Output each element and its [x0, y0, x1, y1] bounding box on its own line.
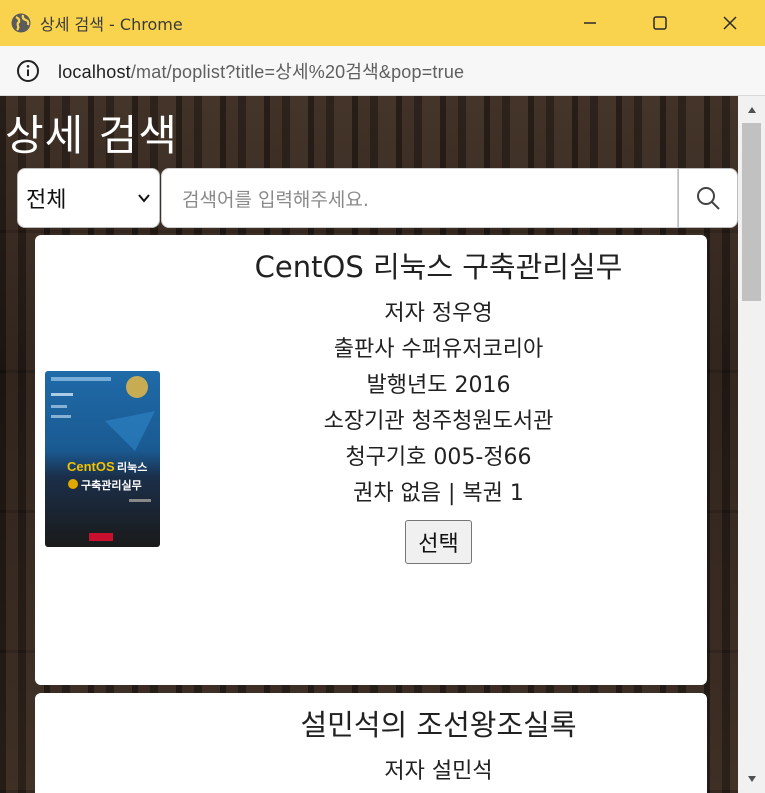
minimize-icon [584, 22, 596, 24]
result-card: 설민석의 조선왕조실록 저자 설민석 [35, 693, 707, 793]
book-title: CentOS 리눅스 구축관리실무 [254, 250, 623, 284]
search-input[interactable]: 검색어를 입력해주세요. [161, 168, 678, 228]
minimize-button[interactable] [555, 0, 625, 46]
book-year: 발행년도 2016 [366, 373, 511, 398]
scroll-up-arrow[interactable] [738, 100, 765, 120]
category-selected-value: 전체 [26, 188, 67, 213]
book-publisher: 출판사 수퍼유저코리아 [333, 337, 544, 362]
url-text[interactable]: localhost/mat/poplist?title=상세%20검색&pop=… [58, 58, 464, 84]
close-icon [723, 16, 737, 30]
site-info-icon[interactable] [14, 57, 42, 85]
category-select[interactable]: 전체 [17, 168, 160, 228]
book-library: 소장기관 청주청원도서관 [323, 409, 554, 434]
search-button[interactable] [678, 168, 738, 228]
search-icon [697, 187, 720, 210]
scrollbar-thumb[interactable] [742, 123, 761, 301]
page-content: 상세 검색 전체 검색어를 입력해주세요. CentOS 리눅스 구축관리실무 … [0, 96, 738, 793]
maximize-button[interactable] [625, 0, 695, 46]
chevron-down-icon [138, 194, 150, 203]
book-volume: 권차 없음 | 복권 1 [353, 481, 524, 506]
triangle-down-icon [747, 776, 756, 782]
cover-title-line1b: 리눅스 [117, 460, 147, 474]
book-title: 설민석의 조선왕조실록 [300, 708, 577, 742]
url-path: /mat/poplist?title=상세%20검색&pop=true [130, 61, 465, 82]
search-bar: 전체 검색어를 입력해주세요. [17, 168, 738, 228]
triangle-up-icon [747, 107, 756, 113]
book-cover-image: CentOS 리눅스 구축관리실무 [45, 371, 160, 547]
cover-title-line2: 구축관리실무 [81, 478, 142, 492]
cover-title-line1: CentOS [67, 459, 115, 474]
result-card: CentOS 리눅스 구축관리실무 CentOS 리눅스 구축관리실무 저자 정… [35, 235, 707, 685]
book-call-number: 청구기호 005-정66 [345, 445, 532, 470]
address-bar[interactable]: localhost/mat/poplist?title=상세%20검색&pop=… [0, 46, 765, 96]
search-placeholder: 검색어를 입력해주세요. [182, 188, 369, 211]
url-host: localhost [58, 61, 131, 82]
window-title: 상세 검색 - Chrome [40, 15, 183, 34]
close-button[interactable] [695, 0, 765, 46]
globe-icon [10, 12, 32, 34]
result-info: 설민석의 조선왕조실록 저자 설민석 [180, 693, 697, 790]
page-title: 상세 검색 [5, 111, 178, 160]
window-titlebar: 상세 검색 - Chrome [0, 0, 765, 46]
maximize-icon [653, 16, 667, 30]
book-author: 저자 설민석 [384, 759, 493, 784]
scroll-down-arrow[interactable] [738, 769, 765, 789]
select-button[interactable]: 선택 [405, 520, 472, 564]
vertical-scrollbar[interactable] [738, 96, 765, 793]
result-info: CentOS 리눅스 구축관리실무 저자 정우영 출판사 수퍼유저코리아 발행년… [180, 235, 697, 564]
book-author: 저자 정우영 [384, 301, 493, 326]
